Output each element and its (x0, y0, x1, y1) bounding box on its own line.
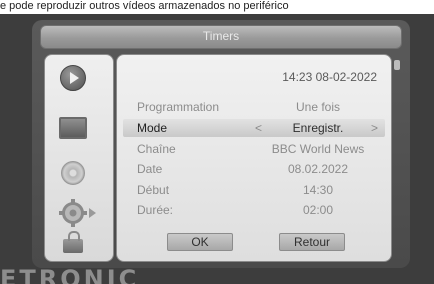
chevron-right-icon[interactable]: > (371, 119, 378, 137)
row-value: 14:30 (302, 183, 334, 197)
timers-window: Timers 14:23 08-02-2022 Programmation Un… (32, 20, 410, 268)
row-chaine[interactable]: Chaîne BBC World News (123, 140, 385, 158)
row-duree[interactable]: Durée: 02:00 (123, 201, 385, 219)
tv-screen: Timers 14:23 08-02-2022 Programmation Un… (0, 14, 434, 284)
title-bar: Timers (40, 25, 402, 49)
current-datetime: 14:23 08-02-2022 (282, 70, 377, 84)
row-value: BBC World News (271, 142, 365, 156)
tv-screen-icon[interactable] (59, 117, 87, 139)
brand-logo: ETRONIC (0, 265, 140, 284)
row-label: Début (137, 183, 170, 197)
sidebar-menu (44, 54, 114, 262)
row-programmation[interactable]: Programmation Une fois (123, 98, 385, 116)
gear-icon (59, 199, 96, 227)
row-debut[interactable]: Début 14:30 (123, 181, 385, 199)
lock-icon[interactable] (63, 231, 83, 253)
gear-settings-icon[interactable] (59, 198, 99, 228)
row-mode[interactable]: Mode < Enregistr. > (123, 119, 385, 137)
page-caption-text: e pode reproduzir outros vídeos armazena… (0, 0, 289, 12)
row-value: 08.02.2022 (287, 162, 349, 176)
row-value: Une fois (295, 100, 341, 114)
row-label: Programmation (137, 100, 220, 114)
timer-settings-panel: 14:23 08-02-2022 Programmation Une fois … (116, 54, 392, 262)
row-label: Chaîne (137, 142, 176, 156)
row-value: Enregistr. (292, 121, 344, 135)
row-value: 02:00 (302, 203, 334, 217)
scrollbar-thumb[interactable] (394, 60, 400, 70)
play-icon[interactable] (60, 65, 86, 91)
ok-button[interactable]: OK (167, 233, 233, 251)
window-title: Timers (202, 29, 240, 43)
row-label: Date (137, 162, 163, 176)
row-label: Durée: (137, 203, 174, 217)
back-button[interactable]: Retour (279, 233, 345, 251)
row-label: Mode (137, 121, 168, 135)
row-date[interactable]: Date 08.02.2022 (123, 160, 385, 178)
disc-icon[interactable] (61, 161, 85, 185)
